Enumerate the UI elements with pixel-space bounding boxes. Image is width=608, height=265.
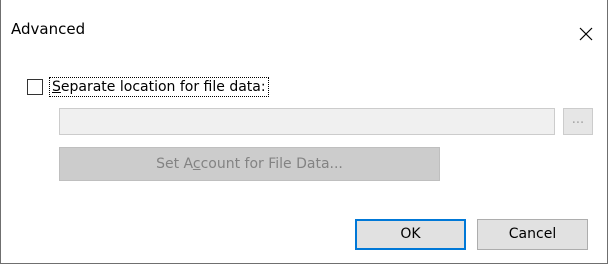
separate-location-checkbox[interactable] xyxy=(27,79,43,95)
set-account-label-key: c xyxy=(192,156,201,172)
close-icon xyxy=(579,27,593,41)
dialog-title: Advanced xyxy=(11,20,86,38)
browse-button[interactable]: ... xyxy=(563,108,593,135)
set-account-button[interactable]: Set Account for File Data... xyxy=(59,147,440,181)
separate-location-label[interactable]: Separate location for file data: xyxy=(49,77,269,97)
set-account-label-pre: Set A xyxy=(156,156,193,172)
checkbox-label-access-key: S xyxy=(52,79,61,95)
checkbox-label-rest: eparate location for file data: xyxy=(60,79,266,95)
set-account-label-post: count for File Data... xyxy=(200,156,343,172)
advanced-dialog: Advanced Separate location for file data… xyxy=(0,0,608,264)
separate-location-option[interactable]: Separate location for file data: xyxy=(27,77,269,97)
file-data-path-input[interactable] xyxy=(59,108,555,135)
cancel-button[interactable]: Cancel xyxy=(477,219,588,250)
close-button[interactable] xyxy=(563,10,607,54)
ok-button[interactable]: OK xyxy=(355,219,466,250)
title-bar: Advanced xyxy=(1,0,607,60)
